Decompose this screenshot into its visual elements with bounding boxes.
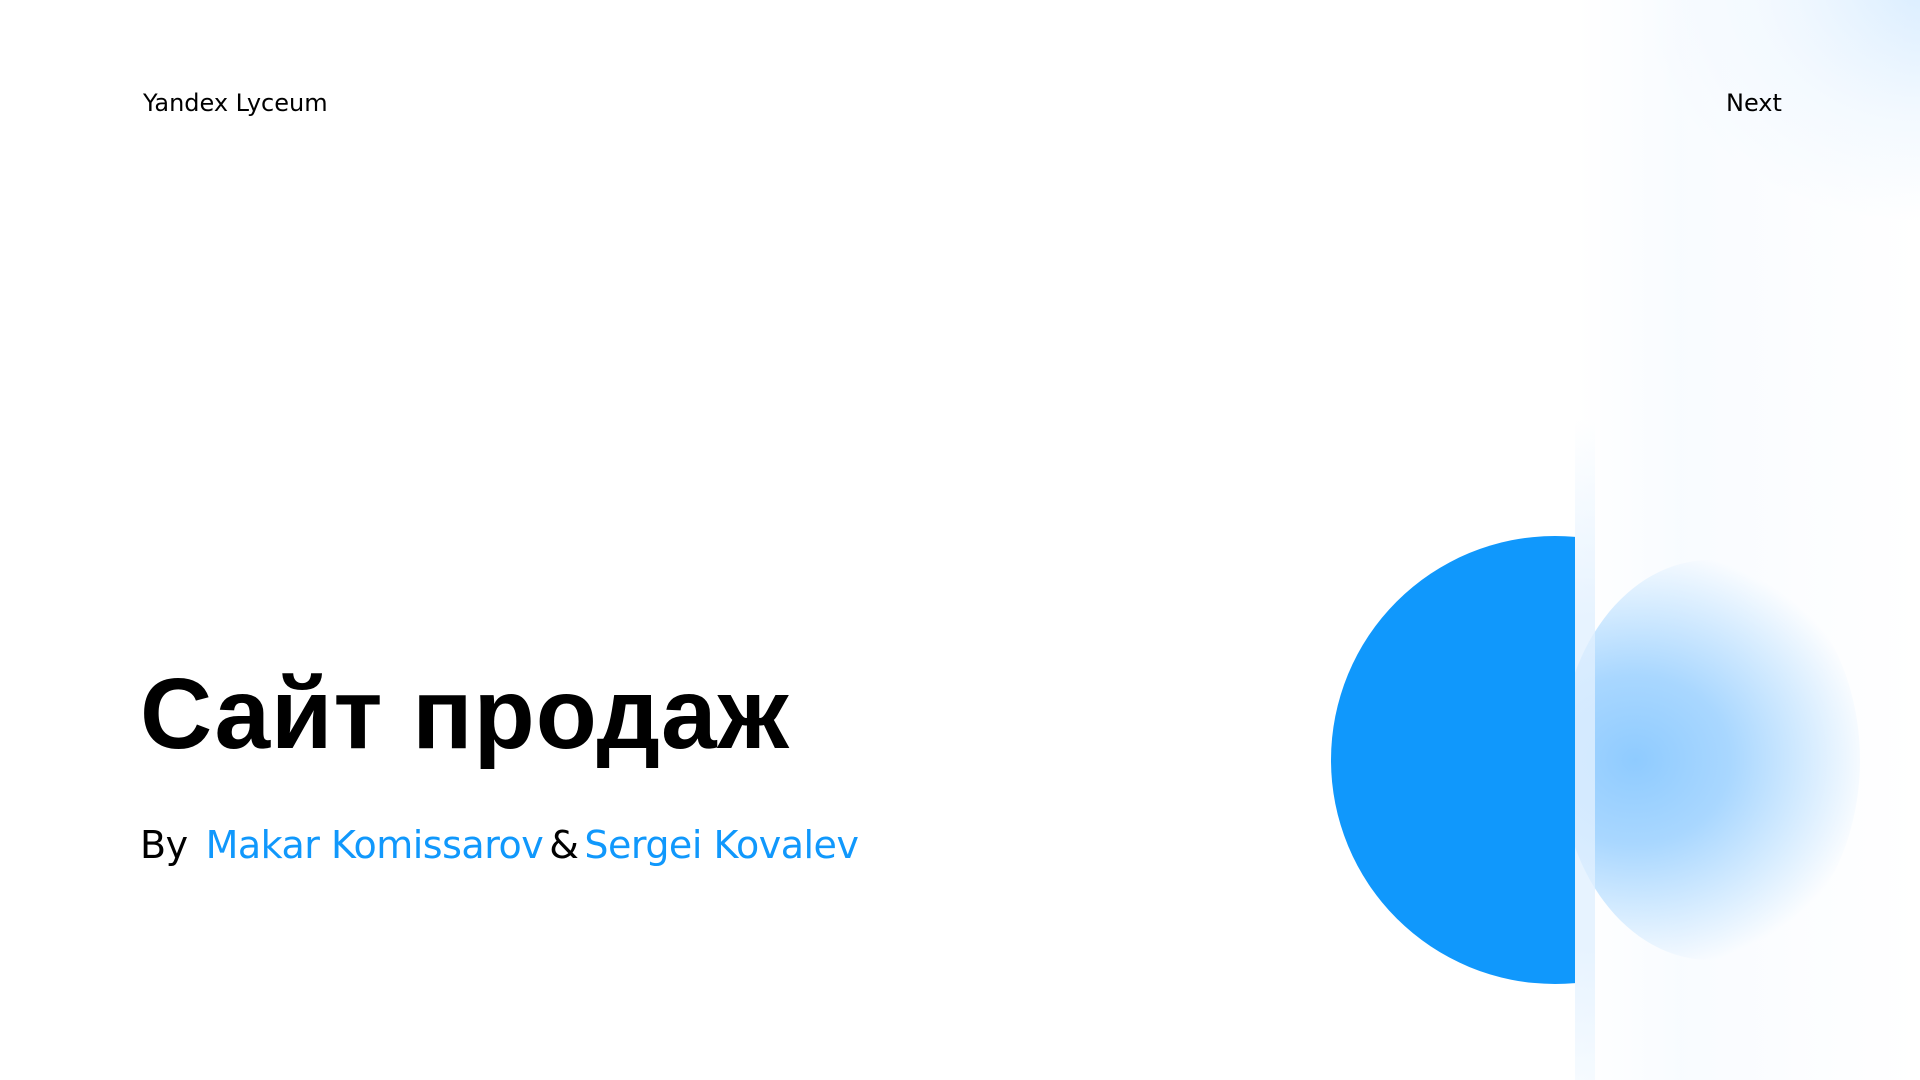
byline-by-label: By — [140, 823, 188, 867]
glass-band-decoration — [1575, 420, 1595, 1080]
byline: By Makar Komissarov & Sergei Kovalev — [140, 822, 859, 868]
author-separator: & — [549, 823, 579, 867]
next-button[interactable]: Next — [1726, 88, 1782, 118]
author-name: Sergei Kovalev — [584, 823, 859, 867]
blue-half-circle-decoration — [1331, 536, 1575, 984]
author-name: Makar Komissarov — [205, 823, 544, 867]
page-title: Сайт продаж — [140, 658, 790, 770]
blue-circle-shape — [1331, 536, 1575, 984]
blue-glow-decoration — [1560, 560, 1860, 960]
brand-label: Yandex Lyceum — [143, 89, 328, 117]
title-slide: Yandex Lyceum Next Сайт продаж By Makar K… — [0, 0, 1920, 1080]
